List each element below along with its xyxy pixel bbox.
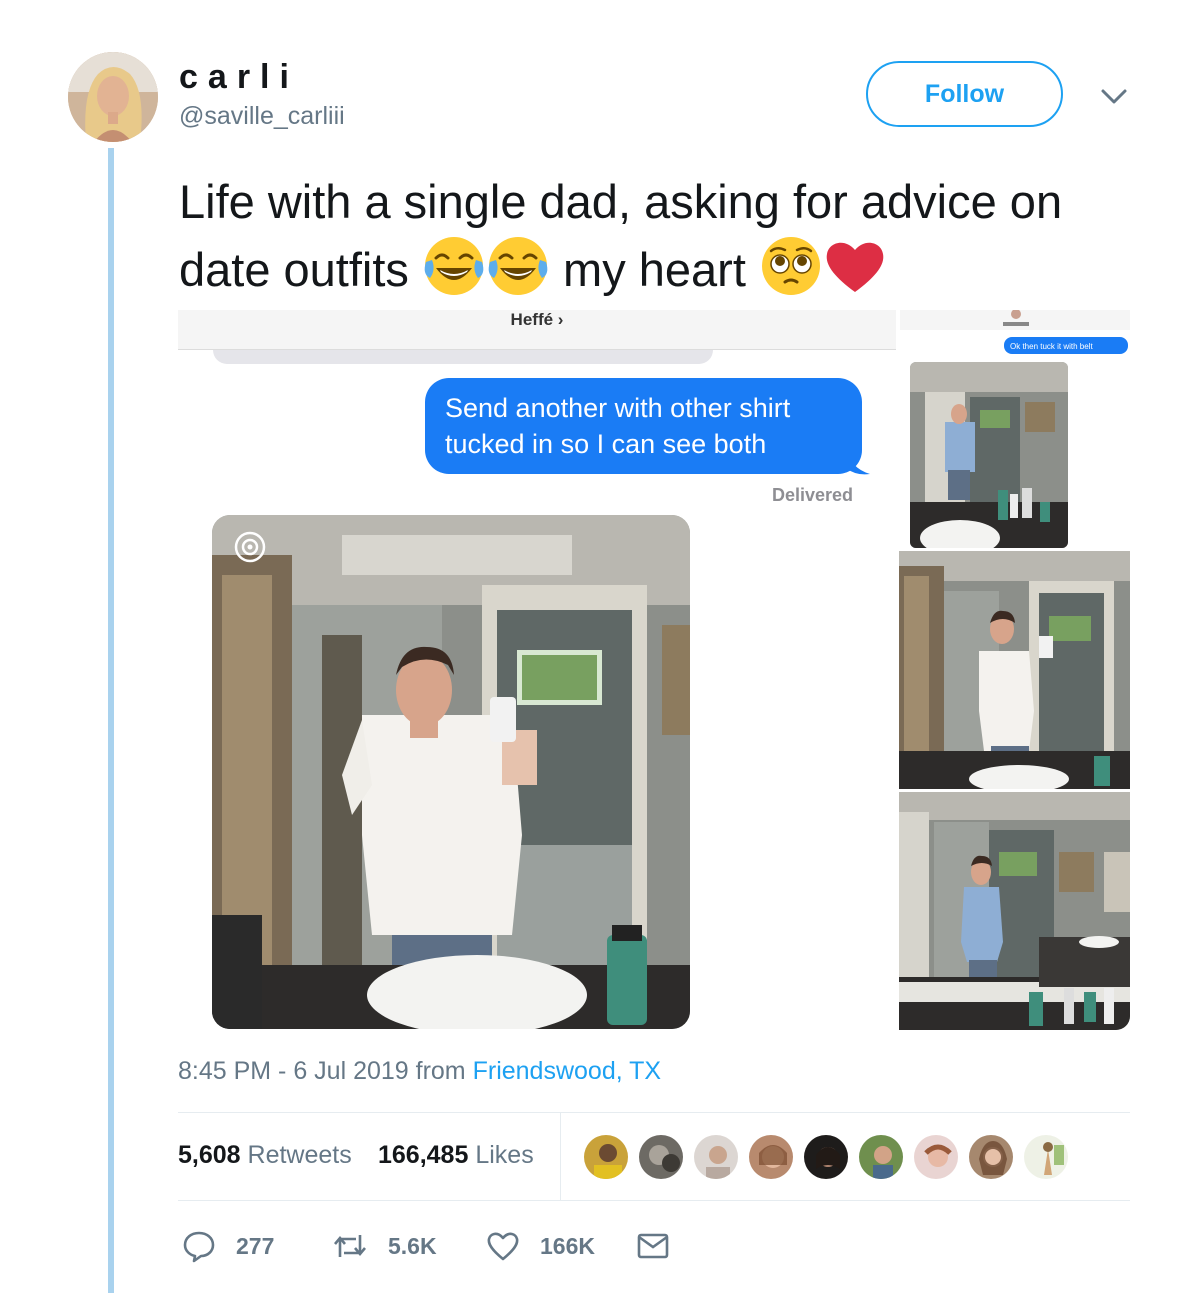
retweet-icon[interactable] bbox=[332, 1229, 368, 1263]
timestamp-text: 8:45 PM - 6 Jul 2019 from bbox=[178, 1057, 473, 1085]
reply-action[interactable]: 277 bbox=[182, 1228, 274, 1264]
divider bbox=[178, 1112, 1130, 1113]
liker-avatar[interactable] bbox=[857, 1133, 905, 1181]
retweets-count: 5,608 bbox=[178, 1141, 241, 1169]
tweet-media[interactable]: Heffé › Send another with other shirt tu… bbox=[178, 310, 1130, 1030]
heart-icon[interactable] bbox=[486, 1230, 520, 1262]
pleading-face-emoji-icon bbox=[759, 234, 823, 298]
like-action[interactable]: 166K bbox=[486, 1228, 595, 1264]
liker-avatar[interactable] bbox=[967, 1133, 1015, 1181]
like-count: 166K bbox=[540, 1232, 595, 1259]
red-heart-emoji-icon bbox=[823, 234, 887, 298]
delivered-status: Delivered bbox=[772, 485, 854, 505]
user-handle[interactable]: @saville_carliii bbox=[179, 102, 345, 131]
tweet-text: Life with a single dad, asking for advic… bbox=[179, 170, 1139, 302]
imessage-header: Heffé › bbox=[178, 310, 896, 350]
retweet-count: 5.6K bbox=[388, 1232, 437, 1259]
location-link[interactable]: Friendswood, TX bbox=[473, 1057, 662, 1085]
liker-avatar[interactable] bbox=[582, 1133, 630, 1181]
retweet-action[interactable]: 5.6K bbox=[332, 1228, 437, 1264]
likes-count: 166,485 bbox=[378, 1141, 469, 1169]
likes-stat[interactable]: 166,485 Likes bbox=[378, 1141, 534, 1170]
thumbnail-messages[interactable]: Ok then tuck it with belt bbox=[900, 310, 1130, 360]
display-name[interactable]: carli bbox=[179, 58, 299, 97]
thumbnail-photo-3[interactable] bbox=[899, 792, 1130, 1030]
follow-button[interactable]: Follow bbox=[866, 61, 1063, 127]
likes-label: Likes bbox=[475, 1141, 534, 1169]
sent-message-bubble: Send another with other shirt tucked in … bbox=[425, 378, 862, 474]
selfie-photo[interactable] bbox=[212, 515, 690, 1029]
envelope-icon[interactable] bbox=[636, 1231, 670, 1261]
previous-message-bubble bbox=[213, 350, 713, 364]
stats-divider bbox=[560, 1113, 561, 1200]
reply-icon[interactable] bbox=[182, 1229, 216, 1263]
tears-of-joy-emoji-icon bbox=[422, 234, 486, 298]
liker-avatar[interactable] bbox=[802, 1133, 850, 1181]
chevron-down-icon[interactable] bbox=[1100, 84, 1128, 108]
liker-avatar[interactable] bbox=[637, 1133, 685, 1181]
tweet-timestamp: 8:45 PM - 6 Jul 2019 from Friendswood, T… bbox=[178, 1057, 661, 1086]
liker-avatar[interactable] bbox=[692, 1133, 740, 1181]
liker-avatar[interactable] bbox=[747, 1133, 795, 1181]
divider bbox=[178, 1200, 1130, 1201]
tweet-text-part: my heart bbox=[550, 243, 759, 296]
tears-of-joy-emoji-icon bbox=[486, 234, 550, 298]
imessage-screenshot[interactable]: Heffé › Send another with other shirt tu… bbox=[178, 310, 896, 1030]
thumbnail-photo-2[interactable] bbox=[899, 551, 1130, 789]
direct-message-action[interactable] bbox=[636, 1228, 690, 1264]
thumbnail-photo-1[interactable] bbox=[910, 362, 1068, 548]
liker-avatar[interactable] bbox=[1022, 1133, 1070, 1181]
contact-name: Heffé › bbox=[510, 310, 564, 329]
avatar[interactable] bbox=[68, 52, 158, 142]
retweets-stat[interactable]: 5,608 Retweets bbox=[178, 1141, 352, 1170]
thread-line bbox=[108, 148, 114, 1293]
retweets-label: Retweets bbox=[247, 1141, 352, 1169]
reply-count: 277 bbox=[236, 1232, 275, 1259]
thumbnail-message-text: Ok then tuck it with belt bbox=[1010, 342, 1093, 351]
liker-avatar[interactable] bbox=[912, 1133, 960, 1181]
bubble-tail-icon bbox=[846, 448, 870, 475]
